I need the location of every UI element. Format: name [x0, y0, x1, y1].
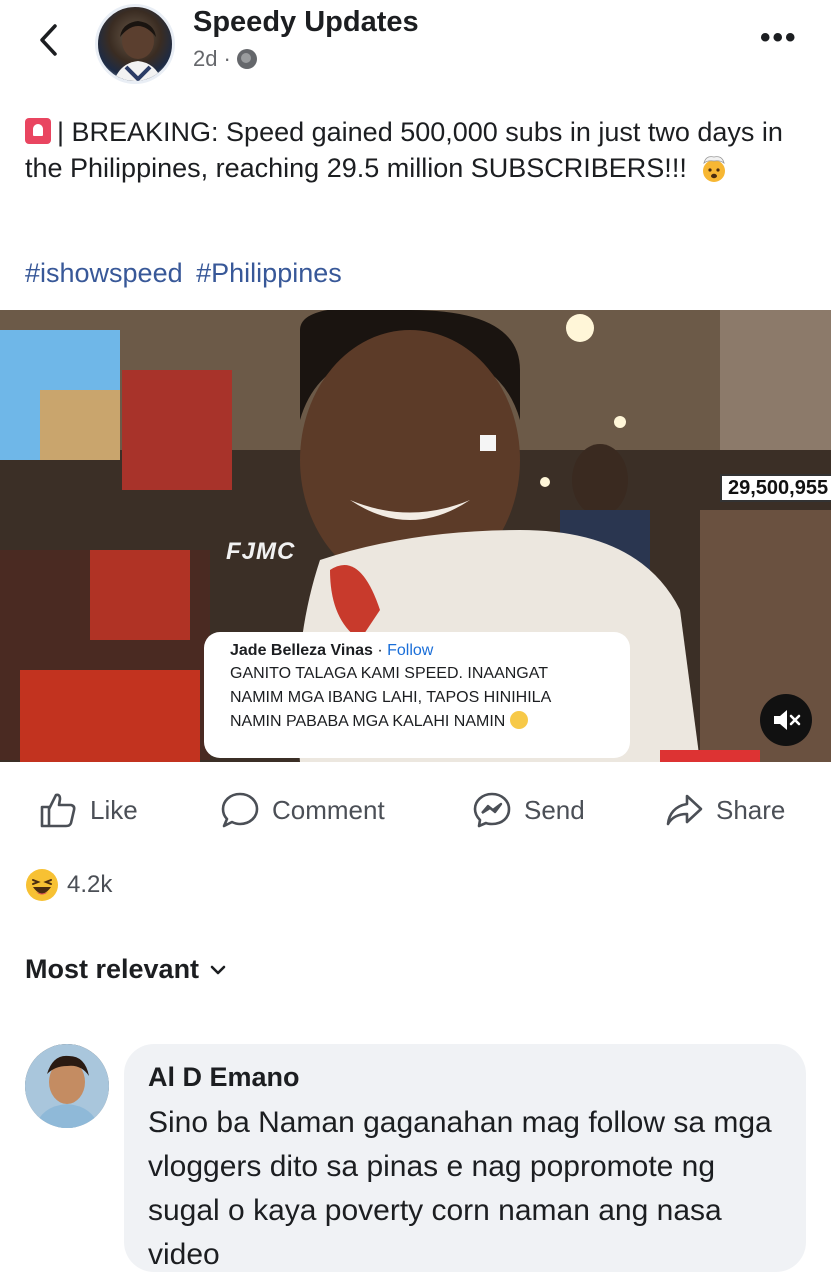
post-body: | BREAKING: Speed gained 500,000 subs in…: [25, 117, 783, 183]
mute-button[interactable]: [760, 694, 812, 746]
commenter-portrait: [25, 1044, 109, 1128]
like-label: Like: [90, 794, 138, 825]
overlay-separator: ·: [372, 642, 388, 659]
overlay-comment-line: GANITO TALAGA KAMI SPEED. INAANGAT: [230, 665, 549, 682]
like-button[interactable]: Like: [38, 790, 138, 830]
page-avatar[interactable]: [95, 4, 175, 84]
messenger-icon: [473, 792, 511, 828]
share-arrow-icon: [666, 794, 703, 826]
overlay-comment-card: Jade Belleza Vinas · Follow GANITO TALAG…: [204, 632, 630, 758]
comment-sort-dropdown[interactable]: Most relevant: [25, 954, 227, 985]
muted-speaker-icon: [774, 710, 801, 730]
comment-label: Comment: [272, 794, 385, 825]
send-button[interactable]: Send: [472, 790, 585, 830]
mind-blown-emoji-icon: [703, 156, 726, 182]
comment-button[interactable]: Comment: [220, 790, 385, 830]
avatar-portrait: [113, 21, 163, 81]
chevron-left-icon: [40, 24, 57, 56]
sort-label: Most relevant: [25, 954, 200, 984]
post-text: | BREAKING: Speed gained 500,000 subs in…: [25, 114, 815, 186]
overlay-comment-line: NAMIM MGA IBANG LAHI, TAPOS HINIHILA: [230, 689, 552, 706]
overlay-comment-author: Jade Belleza Vinas: [230, 642, 373, 659]
back-button[interactable]: [30, 20, 70, 60]
overlay-comment-line: NAMIN PABABA MGA KALAHI NAMIN: [230, 713, 506, 730]
chevron-down-icon: [210, 965, 226, 974]
share-button[interactable]: Share: [664, 790, 785, 830]
post-actions-bar: Like Comment Send Share: [0, 780, 831, 842]
video-player[interactable]: 29,500,955 FJMC Jade Belleza Vinas · Fol…: [0, 310, 831, 762]
reaction-summary[interactable]: 4.2k: [25, 868, 112, 902]
globe-icon: [236, 49, 257, 69]
subscriber-counter: 29,500,955: [720, 474, 831, 502]
comment-bubble-icon: [221, 792, 259, 828]
smile-emoji-icon: [509, 711, 528, 729]
siren-icon: [25, 118, 51, 144]
comment-author[interactable]: Al D Emano: [148, 1062, 782, 1093]
reaction-count: 4.2k: [67, 871, 113, 898]
haha-emoji-icon: [26, 869, 58, 901]
more-options-button[interactable]: •••: [760, 23, 798, 53]
thumbs-up-icon: [40, 793, 76, 828]
hashtag-link[interactable]: #ishowspeed: [25, 258, 183, 288]
overlay-comment-header: Jade Belleza Vinas · Follow: [230, 642, 630, 660]
send-label: Send: [524, 794, 585, 825]
meta-separator: ·: [223, 46, 231, 71]
overlay-comment-text: GANITO TALAGA KAMI SPEED. INAANGAT NAMIM…: [230, 662, 630, 734]
share-label: Share: [716, 794, 786, 825]
hashtags: #ishowspeed #Philippines: [25, 258, 348, 289]
comment-text: Sino ba Naman gaganahan mag follow sa mg…: [148, 1106, 772, 1271]
page-name[interactable]: Speedy Updates: [193, 6, 419, 39]
overlay-follow-link: Follow: [387, 642, 434, 659]
overlay-comment-line-last: NAMIN PABABA MGA KALAHI NAMIN: [230, 710, 630, 734]
post-meta: 2d ·: [193, 46, 257, 72]
post-time[interactable]: 2d: [193, 46, 217, 72]
commenter-avatar[interactable]: [25, 1044, 109, 1128]
post-header: Speedy Updates 2d · •••: [0, 0, 831, 90]
hashtag-link[interactable]: #Philippines: [196, 258, 342, 288]
watermark-logo: FJMC: [226, 538, 296, 565]
comment-bubble[interactable]: Al D Emano Sino ba Naman gaganahan mag f…: [124, 1044, 806, 1272]
